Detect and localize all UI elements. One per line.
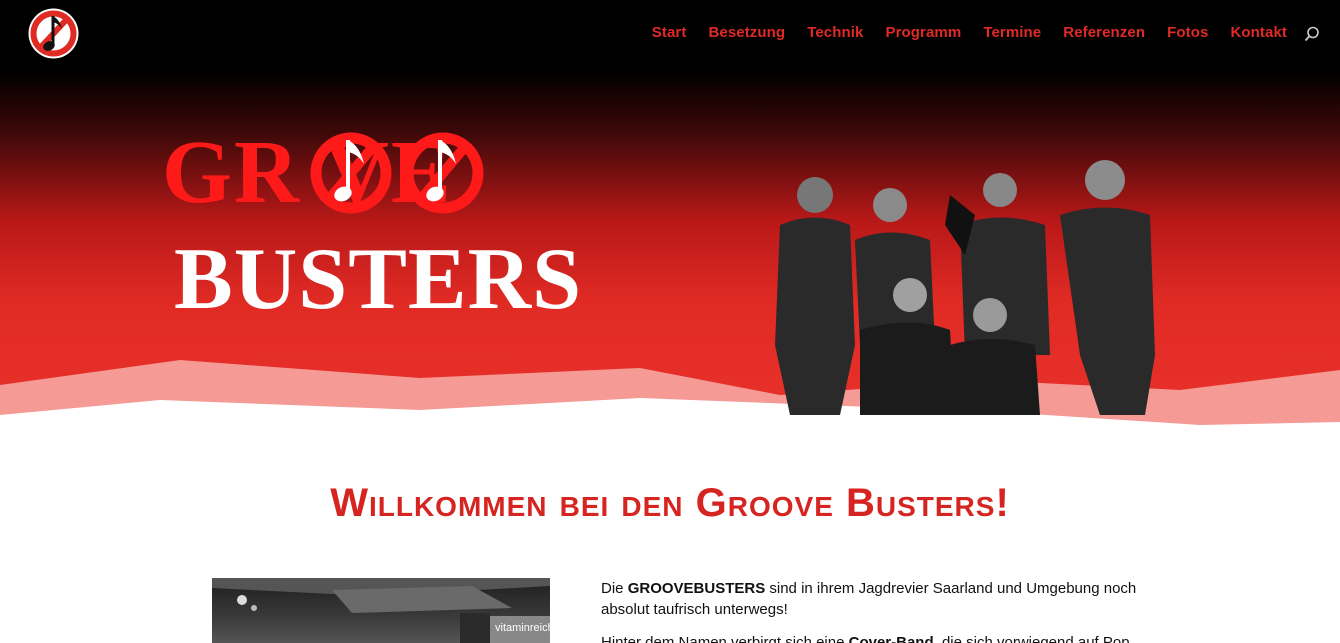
main-menu: Start Besetzung Technik Programm Termine… bbox=[652, 24, 1287, 42]
intro-paragraph-1: Die GROOVEBUSTERS sind in ihrem Jagdrevi… bbox=[601, 578, 1141, 620]
intro-paragraph-2: Hinter dem Namen verbirgt sich eine Cove… bbox=[601, 632, 1141, 643]
intro-bold-bandname: GROOVEBUSTERS bbox=[627, 580, 766, 597]
brand-busters-text: BUSTERS bbox=[174, 231, 583, 328]
nav-item-start[interactable]: Start bbox=[652, 24, 687, 42]
no-music-note-logo-icon[interactable] bbox=[27, 7, 80, 60]
nav-item-programm[interactable]: Programm bbox=[885, 24, 961, 42]
band-members-photo bbox=[775, 160, 1155, 415]
intro-text-span: , die sich vorwiegend auf Pop bbox=[933, 634, 1130, 643]
welcome-heading: Willkommen bei den Groove Busters! bbox=[330, 481, 1010, 525]
stage-photo: vitaminreich bbox=[212, 578, 550, 643]
intro-text-span: Die bbox=[601, 580, 628, 597]
nav-item-besetzung[interactable]: Besetzung bbox=[708, 24, 785, 42]
nav-item-technik[interactable]: Technik bbox=[807, 24, 863, 42]
nav-item-kontakt[interactable]: Kontakt bbox=[1230, 24, 1287, 42]
intro-text-span: Hinter dem Namen verbirgt sich eine bbox=[601, 634, 849, 643]
stage-sign-text: vitaminreich bbox=[495, 622, 550, 634]
nav-item-fotos[interactable]: Fotos bbox=[1167, 24, 1208, 42]
nav-item-referenzen[interactable]: Referenzen bbox=[1063, 24, 1145, 42]
nav-item-termine[interactable]: Termine bbox=[983, 24, 1041, 42]
intro-bold-coverband: Cover-Band bbox=[848, 634, 934, 643]
top-navigation: Start Besetzung Technik Programm Termine… bbox=[0, 0, 1340, 66]
no-music-note-icon bbox=[402, 132, 484, 214]
stage-photo-graphic: vitaminreich bbox=[212, 578, 550, 643]
band-logo-wordmark: GR VE BUSTERS bbox=[162, 128, 622, 324]
intro-text: Die GROOVEBUSTERS sind in ihrem Jagdrevi… bbox=[601, 578, 1141, 643]
search-icon[interactable] bbox=[1304, 26, 1320, 42]
no-music-note-icon bbox=[310, 132, 392, 214]
